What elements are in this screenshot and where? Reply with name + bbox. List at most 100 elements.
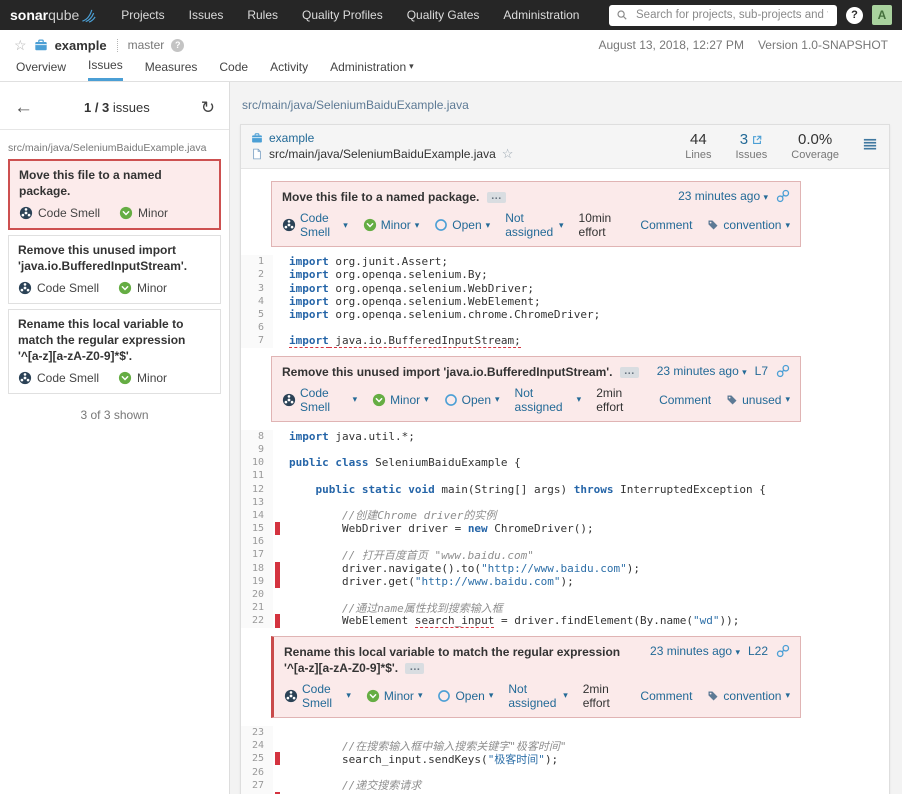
issue-tags-dropdown[interactable]: unused▾ — [726, 393, 790, 407]
issue-assignee-dropdown[interactable]: Not assigned▾ — [505, 211, 563, 239]
nav-item-quality-gates[interactable]: Quality Gates — [407, 8, 480, 22]
line-number[interactable]: 18 — [241, 562, 273, 575]
tab-activity[interactable]: Activity — [270, 58, 308, 81]
issue-title: Rename this local variable to match the … — [284, 645, 620, 675]
metric-issues[interactable]: 3 Issues — [736, 131, 768, 161]
issue-changelog-dropdown[interactable]: 23 minutes ago ▾ — [657, 364, 747, 378]
line-number[interactable]: 8 — [241, 430, 273, 443]
code-line: 19 driver.get("http://www.baidu.com"); — [241, 575, 889, 588]
user-avatar[interactable]: A — [872, 5, 892, 25]
issue-type-dropdown[interactable]: Code Smell▾ — [282, 211, 348, 239]
issue-severity-dropdown[interactable]: Minor▾ — [372, 393, 429, 407]
nav-item-administration[interactable]: Administration — [503, 8, 579, 22]
issue-line-ref[interactable]: L22 — [748, 644, 768, 658]
line-number[interactable]: 10 — [241, 456, 273, 469]
tab-issues[interactable]: Issues — [88, 58, 123, 81]
issue-assignee-dropdown[interactable]: Not assigned▾ — [508, 682, 567, 710]
breadcrumb[interactable]: src/main/java/SeleniumBaiduExample.java — [230, 82, 902, 112]
line-number[interactable]: 2 — [241, 268, 273, 281]
sonarqube-logo[interactable]: sonarqube — [10, 7, 97, 23]
branch-help-icon[interactable]: ? — [171, 39, 184, 52]
reload-icon[interactable]: ↻ — [201, 99, 215, 116]
help-button[interactable]: ? — [846, 7, 863, 24]
coverage-gutter — [273, 282, 283, 295]
tab-overview[interactable]: Overview — [16, 58, 66, 81]
line-number[interactable]: 4 — [241, 295, 273, 308]
line-number[interactable]: 24 — [241, 739, 273, 752]
issue-changelog-dropdown[interactable]: 23 minutes ago ▾ — [650, 644, 740, 658]
line-number[interactable]: 7 — [241, 334, 273, 347]
line-number[interactable]: 6 — [241, 321, 273, 334]
favorite-star-icon[interactable]: ☆ — [14, 38, 27, 52]
code-line: 22 WebElement search_input = driver.find… — [241, 614, 889, 627]
actions-menu-icon[interactable] — [863, 137, 877, 151]
line-number[interactable]: 3 — [241, 282, 273, 295]
issue-comment-button[interactable]: Comment — [640, 218, 692, 232]
line-number[interactable]: 17 — [241, 548, 273, 561]
issue-tags-dropdown[interactable]: convention▾ — [707, 218, 790, 232]
nav-item-quality-profiles[interactable]: Quality Profiles — [302, 8, 383, 22]
line-number[interactable]: 12 — [241, 482, 273, 495]
permalink-icon[interactable] — [776, 644, 790, 658]
line-number[interactable]: 21 — [241, 601, 273, 614]
permalink-icon[interactable] — [776, 364, 790, 378]
line-number[interactable]: 13 — [241, 496, 273, 509]
line-number[interactable]: 26 — [241, 765, 273, 778]
tab-code[interactable]: Code — [219, 58, 248, 81]
issue-comment-button[interactable]: Comment — [640, 689, 692, 703]
issue-severity-dropdown[interactable]: Minor▾ — [366, 689, 423, 703]
coverage-gutter — [273, 321, 283, 334]
line-number[interactable]: 25 — [241, 752, 273, 765]
navbar-right: ? A — [609, 5, 892, 26]
issue-list-item[interactable]: Move this file to a named package. Code … — [8, 159, 221, 230]
issue-severity-dropdown[interactable]: Minor▾ — [363, 218, 420, 232]
line-number[interactable]: 14 — [241, 509, 273, 522]
issue-tags-dropdown[interactable]: convention▾ — [707, 689, 790, 703]
nav-item-projects[interactable]: Projects — [121, 8, 164, 22]
rule-details-ellipsis-button[interactable]: … — [620, 367, 639, 378]
line-number[interactable]: 9 — [241, 443, 273, 456]
line-number[interactable]: 5 — [241, 308, 273, 321]
line-number[interactable]: 23 — [241, 726, 273, 739]
line-number[interactable]: 20 — [241, 588, 273, 601]
rule-details-ellipsis-button[interactable]: … — [487, 192, 506, 203]
rule-details-ellipsis-button[interactable]: … — [405, 663, 424, 674]
favorite-file-star-icon[interactable]: ☆ — [502, 146, 514, 162]
issues-shown-count: 3 of 3 shown — [0, 399, 229, 431]
search-input[interactable] — [634, 8, 830, 22]
inline-issue-box: Remove this unused import 'java.io.Buffe… — [271, 356, 801, 422]
back-arrow-icon[interactable]: ← — [14, 98, 33, 117]
global-search[interactable] — [609, 5, 837, 26]
tab-administration[interactable]: Administration▾ — [330, 58, 414, 81]
tab-measures[interactable]: Measures — [145, 58, 198, 81]
nav-item-rules[interactable]: Rules — [247, 8, 278, 22]
global-nav-menu: Projects Issues Rules Quality Profiles Q… — [121, 8, 579, 22]
line-number[interactable]: 1 — [241, 255, 273, 268]
code-text: //通过name属性找到搜索输入框 — [283, 600, 503, 616]
issue-assignee-dropdown[interactable]: Not assigned▾ — [515, 386, 582, 414]
code-line: 5import org.openqa.selenium.chrome.Chrom… — [241, 308, 889, 321]
line-number[interactable]: 22 — [241, 614, 273, 627]
line-number[interactable]: 19 — [241, 575, 273, 588]
project-link[interactable]: example — [269, 131, 314, 145]
coverage-gutter — [273, 334, 283, 347]
issue-comment-button[interactable]: Comment — [659, 393, 711, 407]
nav-item-issues[interactable]: Issues — [189, 8, 224, 22]
issue-type-dropdown[interactable]: Code Smell▾ — [284, 682, 351, 710]
code-smell-icon — [282, 218, 296, 232]
minor-severity-icon — [366, 689, 380, 703]
issue-list-item[interactable]: Remove this unused import 'java.io.Buffe… — [8, 235, 221, 304]
logo-text-bold: sonar — [10, 7, 48, 23]
line-number[interactable]: 11 — [241, 469, 273, 482]
line-number[interactable]: 15 — [241, 522, 273, 535]
project-name[interactable]: example — [55, 38, 107, 53]
issue-line-ref[interactable]: L7 — [755, 364, 768, 378]
issue-status-dropdown[interactable]: Open▾ — [444, 393, 500, 407]
issue-status-dropdown[interactable]: Open▾ — [434, 218, 490, 232]
issue-type-dropdown[interactable]: Code Smell▾ — [282, 386, 357, 414]
issue-status-dropdown[interactable]: Open▾ — [437, 689, 493, 703]
line-number[interactable]: 16 — [241, 535, 273, 548]
issue-list-item[interactable]: Rename this local variable to match the … — [8, 309, 221, 394]
permalink-icon[interactable] — [776, 189, 790, 203]
issue-changelog-dropdown[interactable]: 23 minutes ago ▾ — [678, 189, 768, 203]
